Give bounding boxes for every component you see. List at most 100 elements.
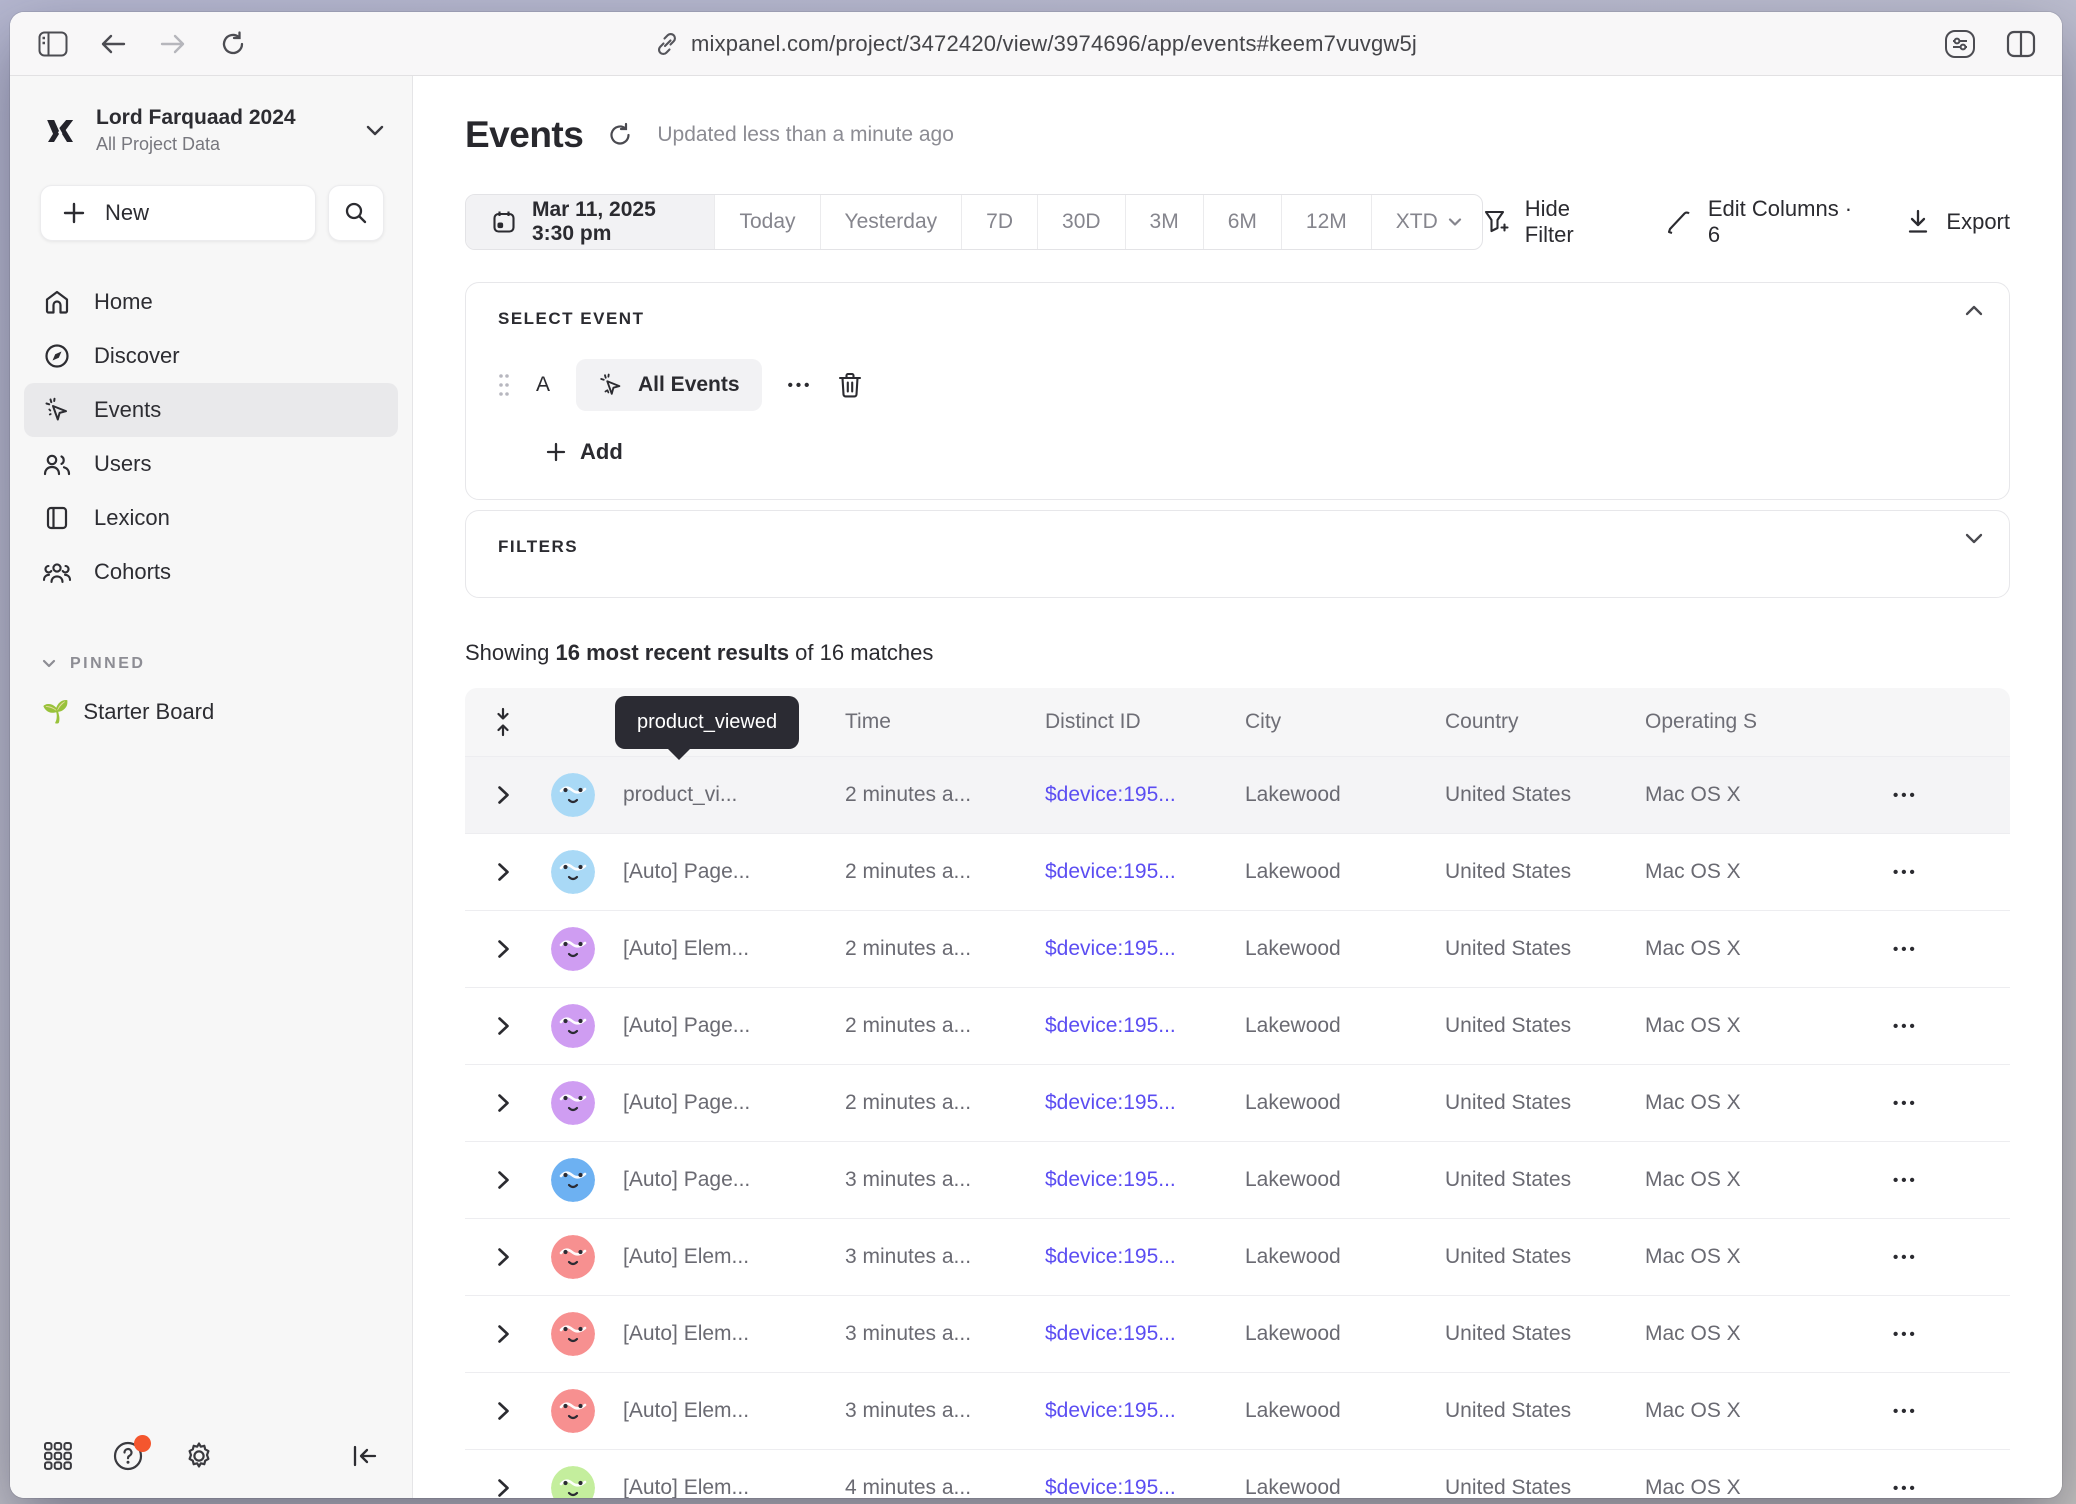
browser-toolbar: mixpanel.com/project/3472420/view/397469… xyxy=(10,12,2062,76)
table-row[interactable]: [Auto] Elem...2 minutes a...$device:195.… xyxy=(465,910,2010,987)
row-menu-dots[interactable]: ••• xyxy=(1893,1172,1918,1189)
table-row[interactable]: [Auto] Elem...3 minutes a...$device:195.… xyxy=(465,1295,2010,1372)
preset-yesterday[interactable]: Yesterday xyxy=(820,195,962,249)
row-menu-dots[interactable]: ••• xyxy=(1893,787,1918,804)
table-row[interactable]: [Auto] Elem...4 minutes a...$device:195.… xyxy=(465,1449,2010,1498)
distinct-id-link[interactable]: $device:195... xyxy=(1045,1168,1245,1192)
new-button[interactable]: New xyxy=(40,185,316,241)
preset-today[interactable]: Today xyxy=(714,195,819,249)
os-cell: Mac OS X xyxy=(1645,1014,1857,1038)
preset-30d[interactable]: 30D xyxy=(1037,195,1125,249)
address-bar[interactable]: mixpanel.com/project/3472420/view/397469… xyxy=(655,12,1417,75)
row-expand-icon[interactable] xyxy=(465,1324,541,1344)
distinct-id-link[interactable]: $device:195... xyxy=(1045,937,1245,961)
preset-xtd-dropdown[interactable]: XTD xyxy=(1371,195,1482,249)
row-menu-dots[interactable]: ••• xyxy=(1893,1480,1918,1497)
events-cursor-icon xyxy=(598,372,624,398)
date-picker[interactable]: Mar 11, 2025 3:30 pm xyxy=(466,195,714,249)
row-menu-dots[interactable]: ••• xyxy=(1893,1249,1918,1266)
os-cell: Mac OS X xyxy=(1645,1245,1857,1269)
column-header-city[interactable]: City xyxy=(1245,710,1445,734)
help-button[interactable] xyxy=(112,1440,144,1472)
event-more-options[interactable]: ••• xyxy=(788,377,813,394)
sidebar-item-cohorts[interactable]: Cohorts xyxy=(24,545,398,599)
sidebar-item-home[interactable]: Home xyxy=(24,275,398,329)
country-cell: United States xyxy=(1445,937,1645,961)
column-header-os[interactable]: Operating S xyxy=(1645,710,1857,734)
row-expand-icon[interactable] xyxy=(465,1478,541,1498)
row-menu-dots[interactable]: ••• xyxy=(1893,1018,1918,1035)
distinct-id-link[interactable]: $device:195... xyxy=(1045,1399,1245,1423)
table-row[interactable]: [Auto] Elem...3 minutes a...$device:195.… xyxy=(465,1372,2010,1449)
city-cell: Lakewood xyxy=(1245,1245,1445,1269)
preset-7d[interactable]: 7D xyxy=(961,195,1037,249)
row-menu-dots[interactable]: ••• xyxy=(1893,941,1918,958)
xtd-chevron-icon xyxy=(1448,218,1462,227)
collapse-sidebar-icon[interactable] xyxy=(352,1444,378,1468)
row-expand-icon[interactable] xyxy=(465,1016,541,1036)
preset-3m[interactable]: 3M xyxy=(1125,195,1203,249)
distinct-id-link[interactable]: $device:195... xyxy=(1045,1091,1245,1115)
trash-icon[interactable] xyxy=(838,372,862,398)
row-menu-dots[interactable]: ••• xyxy=(1893,1095,1918,1112)
table-row[interactable]: [Auto] Page...2 minutes a...$device:195.… xyxy=(465,833,2010,910)
apps-grid-icon[interactable] xyxy=(44,1442,72,1470)
pinned-section-header[interactable]: PINNED xyxy=(10,655,412,673)
row-expand-icon[interactable] xyxy=(465,1247,541,1267)
workspace-chevron-icon[interactable] xyxy=(366,125,384,137)
export-button[interactable]: Export xyxy=(1906,209,2010,235)
sidebar-item-users[interactable]: Users xyxy=(24,437,398,491)
preset-12m[interactable]: 12M xyxy=(1281,195,1371,249)
table-row[interactable]: [Auto] Elem...3 minutes a...$device:195.… xyxy=(465,1218,2010,1295)
row-menu-dots[interactable]: ••• xyxy=(1893,1403,1918,1420)
collapse-all-icon[interactable] xyxy=(465,707,541,737)
column-header-distinct-id[interactable]: Distinct ID xyxy=(1045,710,1245,734)
add-event-button[interactable]: Add xyxy=(498,439,1977,465)
event-selector-chip[interactable]: All Events xyxy=(576,359,762,411)
table-row[interactable]: [Auto] Page...2 minutes a...$device:195.… xyxy=(465,1064,2010,1141)
row-expand-icon[interactable] xyxy=(465,785,541,805)
sidebar-item-discover[interactable]: Discover xyxy=(24,329,398,383)
distinct-id-link[interactable]: $device:195... xyxy=(1045,783,1245,807)
page-settings-icon[interactable] xyxy=(1944,29,1976,59)
event-name-cell: [Auto] Page... xyxy=(623,1014,845,1038)
refresh-icon[interactable] xyxy=(216,27,250,61)
workspace-switcher[interactable]: Lord Farquaad 2024 All Project Data xyxy=(10,106,412,155)
table-row[interactable]: product_vi...2 minutes a...$device:195..… xyxy=(465,756,2010,833)
search-icon xyxy=(344,201,368,225)
table-row[interactable]: [Auto] Page...3 minutes a...$device:195.… xyxy=(465,1141,2010,1218)
row-menu-dots[interactable]: ••• xyxy=(1893,1326,1918,1343)
row-expand-icon[interactable] xyxy=(465,939,541,959)
browser-sidebar-toggle-icon[interactable] xyxy=(36,27,70,61)
split-view-icon[interactable] xyxy=(2006,30,2036,58)
edit-columns-button[interactable]: Edit Columns · 6 xyxy=(1666,196,1855,248)
preset-6m[interactable]: 6M xyxy=(1203,195,1281,249)
help-notification-badge xyxy=(134,1435,151,1452)
table-row[interactable]: [Auto] Page...2 minutes a...$device:195.… xyxy=(465,987,2010,1064)
hide-filter-button[interactable]: Hide Filter xyxy=(1483,196,1614,248)
distinct-id-link[interactable]: $device:195... xyxy=(1045,1476,1245,1498)
row-menu-dots[interactable]: ••• xyxy=(1893,864,1918,881)
filters-expand-icon[interactable] xyxy=(1965,533,1983,544)
distinct-id-link[interactable]: $device:195... xyxy=(1045,1014,1245,1038)
distinct-id-link[interactable]: $device:195... xyxy=(1045,1322,1245,1346)
distinct-id-link[interactable]: $device:195... xyxy=(1045,860,1245,884)
distinct-id-link[interactable]: $device:195... xyxy=(1045,1245,1245,1269)
row-expand-icon[interactable] xyxy=(465,1401,541,1421)
page-title: Events xyxy=(465,114,583,156)
column-header-time[interactable]: Time xyxy=(845,710,1045,734)
row-expand-icon[interactable] xyxy=(465,1170,541,1190)
refresh-data-icon[interactable] xyxy=(607,122,633,148)
row-expand-icon[interactable] xyxy=(465,862,541,882)
column-header-country[interactable]: Country xyxy=(1445,710,1645,734)
back-icon[interactable] xyxy=(96,27,130,61)
drag-handle-icon[interactable] xyxy=(498,373,510,397)
search-button[interactable] xyxy=(328,185,384,241)
row-expand-icon[interactable] xyxy=(465,1093,541,1113)
sidebar-item-starter-board[interactable]: 🌱 Starter Board xyxy=(10,699,412,725)
gear-icon[interactable] xyxy=(184,1441,214,1471)
select-event-collapse-icon[interactable] xyxy=(1965,305,1983,316)
sidebar-item-events[interactable]: Events xyxy=(24,383,398,437)
event-name-cell: [Auto] Elem... xyxy=(623,1399,845,1423)
sidebar-item-lexicon[interactable]: Lexicon xyxy=(24,491,398,545)
